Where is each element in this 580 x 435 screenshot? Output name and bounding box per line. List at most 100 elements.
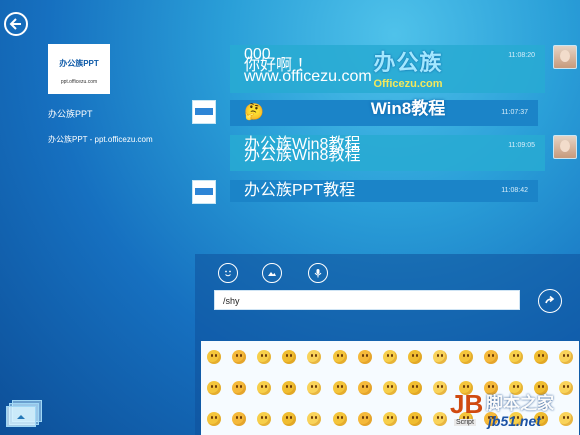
message-time: 11:09:05 <box>508 142 535 149</box>
user-avatar <box>553 135 577 159</box>
emoji-face-icon <box>231 380 246 395</box>
emoji-item[interactable] <box>478 341 503 372</box>
emoji-item[interactable] <box>327 372 352 403</box>
emoji-face-icon <box>433 412 448 427</box>
smiley-icon[interactable] <box>218 263 238 283</box>
emoji-face-icon <box>433 380 448 395</box>
emoji-item[interactable] <box>403 341 428 372</box>
emoji-item[interactable] <box>327 404 352 435</box>
emoji-face-icon <box>382 380 397 395</box>
message-bubble: 办公族PPT教程 11:08:42 <box>230 180 538 202</box>
emoji-item[interactable] <box>201 341 226 372</box>
contact-avatar: 办公族PPT ppt.officezu.com <box>48 44 110 94</box>
emoji-item[interactable] <box>529 341 554 372</box>
message-input[interactable]: /shy <box>214 290 520 310</box>
image-icon[interactable] <box>262 263 282 283</box>
emoji-face-icon <box>357 349 372 364</box>
emoji-item[interactable] <box>377 341 402 372</box>
emoji-face-icon <box>408 349 423 364</box>
emoji-face-icon <box>307 349 322 364</box>
emoji-face-icon <box>282 412 297 427</box>
emoji-item[interactable] <box>302 404 327 435</box>
watermark-jb: JB <box>450 389 484 419</box>
contact-subtitle: 办公族PPT - ppt.officezu.com <box>48 135 153 144</box>
emoji-face-icon <box>508 349 523 364</box>
message-line: 办公族PPT教程 <box>244 182 356 199</box>
emoji-item[interactable] <box>302 341 327 372</box>
site-watermark: JB Script 脚本之家 jb51.net <box>450 385 580 435</box>
emoji-item[interactable] <box>302 372 327 403</box>
watermark-title: 办公族 <box>373 50 443 75</box>
emoji-item[interactable] <box>554 341 579 372</box>
emoji-item[interactable] <box>251 372 276 403</box>
emoji-item[interactable] <box>403 404 428 435</box>
emoji-item[interactable] <box>277 404 302 435</box>
emoji-face-icon <box>206 380 221 395</box>
contact-avatar-small <box>192 100 216 124</box>
emoji-item[interactable] <box>201 404 226 435</box>
watermark-site-name: 脚本之家 <box>486 394 554 413</box>
emoji-face-icon <box>382 412 397 427</box>
message-time: 11:07:37 <box>501 109 528 116</box>
emoji-item[interactable] <box>503 341 528 372</box>
emoji-face-icon <box>206 412 221 427</box>
emoji-item[interactable] <box>277 372 302 403</box>
emoji-item[interactable] <box>352 404 377 435</box>
emoji-face-icon <box>357 380 372 395</box>
arrow-left-icon <box>9 18 21 30</box>
watermark-logo: 办公族 Officezu.com Win8教程 <box>360 45 456 118</box>
message-time: 11:08:42 <box>501 187 528 194</box>
app-bar-button[interactable] <box>6 400 42 427</box>
microphone-icon[interactable] <box>308 263 328 283</box>
emoji-face-icon <box>307 412 322 427</box>
emoji-item[interactable] <box>251 404 276 435</box>
message-line: 办公族Win8教程 <box>244 147 361 164</box>
emoji-face-icon <box>256 412 271 427</box>
emoji-face-icon <box>408 412 423 427</box>
emoji-item[interactable] <box>352 372 377 403</box>
emoji-face-icon <box>256 349 271 364</box>
emoji-item[interactable] <box>377 404 402 435</box>
emoji-face-icon <box>332 412 347 427</box>
emoji-face-icon <box>231 349 246 364</box>
emoji-face-icon <box>458 349 473 364</box>
emoji-item[interactable] <box>226 372 251 403</box>
watermark-subtitle: Win8教程 <box>370 99 446 118</box>
emoji-face-icon <box>282 380 297 395</box>
contact-logo-brand: 办公族PPT <box>59 59 99 68</box>
emoji-item[interactable] <box>403 372 428 403</box>
emoji-face-icon <box>332 380 347 395</box>
message-bubble: 办公族Win8教程 办公族Win8教程 11:09:05 <box>230 135 545 171</box>
emoji-item[interactable] <box>277 341 302 372</box>
emoji-item[interactable] <box>453 341 478 372</box>
emoji-face-icon <box>256 380 271 395</box>
emoji-face-icon <box>231 412 246 427</box>
watermark-script: Script <box>454 419 476 426</box>
contact-name: 办公族PPT <box>48 109 93 119</box>
emoji-item[interactable] <box>327 341 352 372</box>
contact-avatar-small <box>192 180 216 204</box>
emoji-face-icon <box>206 349 221 364</box>
back-button[interactable] <box>4 12 28 36</box>
emoji-face-icon <box>357 412 372 427</box>
emoji-item[interactable] <box>428 341 453 372</box>
emoji-item[interactable] <box>226 404 251 435</box>
emoji-item[interactable] <box>201 372 226 403</box>
emoji-face-icon <box>307 380 322 395</box>
emoji-item[interactable] <box>251 341 276 372</box>
contact-logo-domain: ppt.officezu.com <box>60 79 98 85</box>
watermark-url: jb51.net <box>488 413 541 429</box>
emoji-face-icon <box>382 349 397 364</box>
send-button[interactable] <box>538 289 562 313</box>
message-time: 11:08:20 <box>508 52 535 59</box>
emoji-item[interactable] <box>377 372 402 403</box>
watermark-domain: Officezu.com <box>373 78 443 90</box>
arrow-right-icon <box>545 295 555 304</box>
emoji-face-icon <box>433 349 448 364</box>
chevron-up-icon <box>17 415 25 419</box>
emoji-face-icon <box>282 349 297 364</box>
emoji-item[interactable] <box>226 341 251 372</box>
emoji-item[interactable] <box>352 341 377 372</box>
emoji-face-icon <box>408 380 423 395</box>
emoji-face-icon <box>483 349 498 364</box>
